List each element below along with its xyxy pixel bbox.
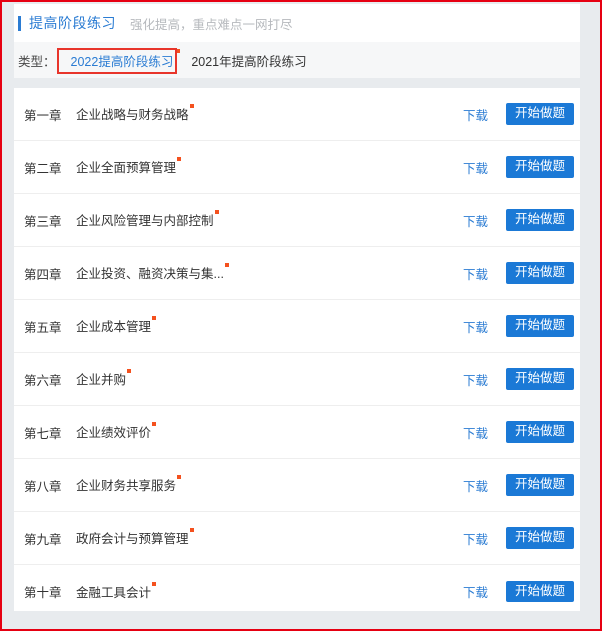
table-row: 第九章 政府会计与预算管理 下载 开始做题 — [14, 512, 580, 565]
chapter-list: 第一章 企业战略与财务战略 下载 开始做题 第二章 企业全面预算管理 下载 开始做题 第三章 企业… — [14, 88, 580, 611]
row-actions: 下载 开始做题 — [463, 262, 574, 284]
chapter-title-wrap: 企业全面预算管理 — [76, 157, 463, 177]
chapter-title: 企业风险管理与内部控制 — [76, 214, 214, 228]
chapter-number: 第五章 — [24, 320, 62, 335]
table-row: 第七章 企业绩效评价 下载 开始做题 — [14, 406, 580, 459]
chapter-number: 第八章 — [24, 479, 62, 494]
download-link[interactable]: 下载 — [463, 158, 488, 177]
chapter-title: 政府会计与预算管理 — [76, 532, 189, 546]
page-subtitle: 强化提高，重点难点一网打尽 — [130, 17, 293, 32]
row-actions: 下载 开始做题 — [463, 580, 574, 603]
download-link[interactable]: 下载 — [463, 264, 488, 283]
new-badge-dot-icon — [189, 528, 194, 532]
download-link[interactable]: 下载 — [463, 370, 488, 389]
chapter-title-wrap: 企业投资、融资决策与集... — [76, 263, 463, 283]
start-practice-button[interactable]: 开始做题 — [505, 209, 574, 231]
new-badge-dot-icon — [224, 263, 229, 267]
chapter-title: 企业战略与财务战略 — [76, 108, 189, 122]
table-row: 第二章 企业全面预算管理 下载 开始做题 — [14, 141, 580, 194]
row-actions: 下载 开始做题 — [463, 103, 574, 125]
start-practice-button[interactable]: 开始做题 — [505, 580, 574, 603]
chapter-title-wrap: 政府会计与预算管理 — [76, 528, 463, 548]
chapter-title: 企业全面预算管理 — [76, 161, 177, 175]
table-row: 第四章 企业投资、融资决策与集... 下载 开始做题 — [14, 247, 580, 300]
chapter-number: 第二章 — [24, 161, 62, 176]
table-row: 第八章 企业财务共享服务 下载 开始做题 — [14, 459, 580, 512]
chapter-number: 第七章 — [24, 426, 62, 441]
download-link[interactable]: 下载 — [463, 211, 488, 230]
table-row: 第六章 企业并购 下载 开始做题 — [14, 353, 580, 406]
row-actions: 下载 开始做题 — [463, 421, 574, 443]
chapter-title-wrap: 企业并购 — [76, 369, 463, 389]
chapter-title: 企业成本管理 — [76, 320, 152, 334]
start-practice-button[interactable]: 开始做题 — [505, 315, 574, 337]
row-actions: 下载 开始做题 — [463, 474, 574, 496]
page-title: 提高阶段练习 — [29, 15, 116, 31]
chapter-title-wrap: 企业绩效评价 — [76, 422, 463, 442]
app-screen: 提高阶段练习 强化提高，重点难点一网打尽 类型： 2022提高阶段练习 2021… — [0, 0, 602, 631]
chapter-number: 第十章 — [24, 586, 62, 600]
chapter-number: 第六章 — [24, 373, 62, 388]
start-practice-button[interactable]: 开始做题 — [505, 262, 574, 284]
download-link[interactable]: 下载 — [463, 423, 488, 442]
table-row: 第一章 企业战略与财务战略 下载 开始做题 — [14, 88, 580, 141]
chapter-title-wrap: 金融工具会计 — [76, 581, 463, 602]
tab-label: 2021年提高阶段练习 — [191, 54, 307, 69]
start-practice-button[interactable]: 开始做题 — [505, 421, 574, 443]
start-practice-button[interactable]: 开始做题 — [505, 156, 574, 178]
new-badge-dot-icon — [176, 48, 181, 53]
title-accent-bar — [18, 15, 21, 31]
chapter-number: 第一章 — [24, 108, 62, 123]
start-practice-button[interactable]: 开始做题 — [505, 474, 574, 496]
chapter-title: 企业投资、融资决策与集... — [76, 267, 224, 281]
new-badge-dot-icon — [127, 369, 132, 373]
table-row: 第三章 企业风险管理与内部控制 下载 开始做题 — [14, 194, 580, 247]
new-badge-dot-icon — [177, 157, 182, 161]
chapter-number: 第九章 — [24, 532, 62, 547]
chapter-title-wrap: 企业风险管理与内部控制 — [76, 210, 463, 230]
chapter-number: 第三章 — [24, 214, 62, 229]
row-actions: 下载 开始做题 — [463, 315, 574, 337]
row-actions: 下载 开始做题 — [463, 156, 574, 178]
chapter-title-wrap: 企业财务共享服务 — [76, 475, 463, 495]
chapter-title: 企业财务共享服务 — [76, 479, 177, 493]
page-header: 提高阶段练习 强化提高，重点难点一网打尽 — [14, 4, 580, 43]
row-actions: 下载 开始做题 — [463, 209, 574, 231]
new-badge-dot-icon — [177, 475, 182, 479]
type-filter-bar: 类型： 2022提高阶段练习 2021年提高阶段练习 — [14, 42, 580, 78]
type-filter-label: 类型： — [18, 54, 56, 69]
chapter-number: 第四章 — [24, 267, 62, 282]
start-practice-button[interactable]: 开始做题 — [505, 368, 574, 390]
chapter-title: 金融工具会计 — [76, 585, 152, 600]
new-badge-dot-icon — [152, 422, 157, 426]
row-actions: 下载 开始做题 — [463, 368, 574, 390]
new-badge-dot-icon — [152, 581, 157, 586]
chapter-title-wrap: 企业战略与财务战略 — [76, 104, 463, 124]
new-badge-dot-icon — [189, 104, 194, 108]
chapter-title: 企业绩效评价 — [76, 426, 152, 440]
chapter-title-wrap: 企业成本管理 — [76, 316, 463, 336]
start-practice-button[interactable]: 开始做题 — [505, 103, 574, 125]
download-link[interactable]: 下载 — [463, 529, 488, 548]
download-link[interactable]: 下载 — [463, 317, 488, 336]
table-row: 第十章 金融工具会计 下载 开始做题 — [14, 565, 580, 611]
chapter-title: 企业并购 — [76, 373, 127, 387]
tab-2021-practice[interactable]: 2021年提高阶段练习 — [182, 48, 315, 73]
new-badge-dot-icon — [214, 210, 219, 214]
tab-label: 2022提高阶段练习 — [70, 54, 174, 69]
table-row: 第五章 企业成本管理 下载 开始做题 — [14, 300, 580, 353]
row-actions: 下载 开始做题 — [463, 527, 574, 549]
download-link[interactable]: 下载 — [463, 582, 488, 601]
download-link[interactable]: 下载 — [463, 105, 488, 124]
new-badge-dot-icon — [152, 316, 157, 320]
start-practice-button[interactable]: 开始做题 — [505, 527, 574, 549]
tab-2022-practice[interactable]: 2022提高阶段练习 — [62, 48, 183, 73]
download-link[interactable]: 下载 — [463, 476, 488, 495]
